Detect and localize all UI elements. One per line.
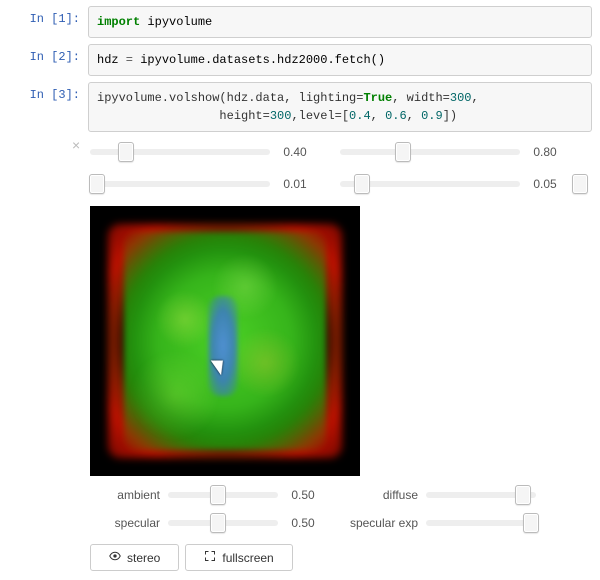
slider-thumb[interactable] [395, 142, 411, 162]
stereo-button[interactable]: stereo [90, 544, 179, 571]
fullscreen-icon [204, 550, 216, 565]
code-cell-2: In [2]: hdz = ipyvolume.datasets.hdz2000… [0, 44, 592, 76]
fullscreen-button[interactable]: fullscreen [185, 544, 292, 571]
eye-icon [109, 550, 121, 565]
prompt-in-2: In [2]: [0, 44, 88, 64]
fullscreen-button-label: fullscreen [222, 551, 273, 565]
level-value-2: 0.80 [520, 145, 570, 159]
level-slider-4[interactable] [340, 181, 520, 187]
code-input-2[interactable]: hdz = ipyvolume.datasets.hdz2000.fetch() [88, 44, 592, 76]
level-slider-1[interactable] [90, 149, 270, 155]
level-value-4: 0.05 [520, 177, 570, 191]
level-value-3: 0.01 [270, 177, 320, 191]
level-slider-2[interactable] [340, 149, 520, 155]
slider-thumb[interactable] [515, 485, 531, 505]
specular-label: specular [80, 516, 168, 530]
module-name: ipyvolume [147, 15, 212, 29]
stereo-button-label: stereo [127, 551, 160, 565]
ambient-value: 0.50 [278, 488, 328, 502]
code-cell-3: In [3]: ipyvolume.volshow(hdz.data, ligh… [0, 82, 592, 132]
level-slider-row-1: 0.40 0.80 [80, 138, 590, 166]
diffuse-slider[interactable] [426, 492, 536, 498]
slider-thumb[interactable] [354, 174, 370, 194]
slider-thumb[interactable] [89, 174, 105, 194]
code-cell-1: In [1]: import ipyvolume [0, 6, 592, 38]
specular-exp-slider[interactable] [426, 520, 536, 526]
volume-render-canvas[interactable] [90, 206, 360, 476]
prompt-in-3: In [3]: [0, 82, 88, 102]
output-area: × 0.40 0.80 0.01 0.05 [80, 138, 600, 571]
slider-thumb[interactable] [210, 485, 226, 505]
lighting-row-2: specular 0.50 specular exp [80, 510, 590, 536]
level-slider-3[interactable] [90, 181, 270, 187]
specular-slider[interactable] [168, 520, 278, 526]
keyword-import: import [97, 15, 140, 29]
specular-exp-label: specular exp [328, 516, 426, 530]
level-slider-row-2: 0.01 0.05 [80, 170, 590, 198]
ambient-label: ambient [80, 488, 168, 502]
diffuse-label: diffuse [328, 488, 426, 502]
slider-thumb[interactable] [523, 513, 539, 533]
button-row: stereo fullscreen [90, 544, 590, 571]
prompt-in-1: In [1]: [0, 6, 88, 26]
code-input-1[interactable]: import ipyvolume [88, 6, 592, 38]
level-value-1: 0.40 [270, 145, 320, 159]
volume-isosurface-inner [208, 296, 238, 396]
lighting-row-1: ambient 0.50 diffuse [80, 482, 590, 508]
specular-value: 0.50 [278, 516, 328, 530]
slider-thumb[interactable] [118, 142, 134, 162]
slider-thumb[interactable] [572, 174, 588, 194]
close-icon[interactable]: × [72, 138, 80, 152]
slider-thumb[interactable] [210, 513, 226, 533]
code-input-3[interactable]: ipyvolume.volshow(hdz.data, lighting=Tru… [88, 82, 592, 132]
ambient-slider[interactable] [168, 492, 278, 498]
level-slider-5[interactable] [580, 181, 588, 187]
